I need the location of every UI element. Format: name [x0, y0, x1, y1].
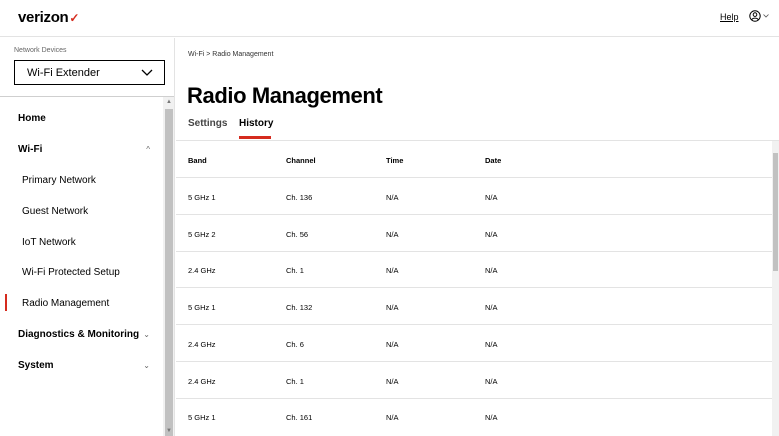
- cell-time: N/A: [386, 266, 399, 275]
- sidebar-item-label: Primary Network: [22, 175, 96, 186]
- chevron-down-icon: [763, 14, 769, 18]
- sidebar-item-diagnostics[interactable]: Diagnostics & Monitoring ⌄: [0, 329, 163, 340]
- sidebar-item-label: Home: [18, 113, 46, 124]
- table-row: 5 GHz 1 Ch. 132 N/A N/A: [176, 288, 772, 325]
- table-row: 5 GHz 2 Ch. 56 N/A N/A: [176, 215, 772, 252]
- cell-time: N/A: [386, 303, 399, 312]
- cell-time: N/A: [386, 413, 399, 422]
- cell-channel: Ch. 56: [286, 230, 309, 239]
- table-row: 5 GHz 1 Ch. 136 N/A N/A: [176, 178, 772, 215]
- sidebar: Network Devices Wi-Fi Extender Home Wi-F…: [0, 38, 175, 436]
- cell-date: N/A: [485, 413, 498, 422]
- table-row: 5 GHz 1 Ch. 161 N/A N/A: [176, 398, 772, 435]
- table-row: 2.4 GHz Ch. 6 N/A N/A: [176, 325, 772, 362]
- sidebar-item-label: System: [18, 360, 54, 371]
- sidebar-item-label: Guest Network: [22, 206, 89, 217]
- chevron-down-icon: [141, 69, 153, 76]
- sidebar-scrollbar-thumb[interactable]: [165, 109, 173, 436]
- table-header-row: Band Channel Time Date: [176, 141, 772, 178]
- cell-band: 2.4 GHz: [188, 340, 216, 349]
- verizon-logo[interactable]: verizon✓: [18, 9, 79, 26]
- sidebar-item-radio-management[interactable]: Radio Management: [0, 294, 163, 311]
- cell-date: N/A: [485, 303, 498, 312]
- sidebar-nav: Home Wi-Fi ^ Primary Network Guest Netwo…: [0, 97, 163, 436]
- sidebar-item-label: IoT Network: [22, 237, 76, 248]
- main-scrollbar-thumb[interactable]: [773, 153, 778, 271]
- sidebar-item-label: Diagnostics & Monitoring: [18, 329, 140, 340]
- device-select-value: Wi-Fi Extender: [27, 66, 100, 79]
- cell-date: N/A: [485, 193, 498, 202]
- sidebar-item-wps[interactable]: Wi-Fi Protected Setup: [0, 267, 163, 278]
- tab-history[interactable]: History: [239, 118, 273, 129]
- logo-text: verizon: [18, 9, 69, 26]
- sidebar-item-label: Wi-Fi: [18, 144, 43, 155]
- cell-channel: Ch. 136: [286, 193, 313, 202]
- cell-band: 5 GHz 1: [188, 303, 216, 312]
- cell-band: 5 GHz 2: [188, 230, 216, 239]
- sidebar-item-guest-network[interactable]: Guest Network: [0, 206, 163, 217]
- help-link[interactable]: Help: [720, 12, 739, 22]
- column-header-time: Time: [386, 156, 404, 165]
- chevron-down-icon: ⌄: [143, 330, 150, 339]
- cell-date: N/A: [485, 340, 498, 349]
- cell-channel: Ch. 6: [286, 340, 304, 349]
- cell-channel: Ch. 1: [286, 377, 304, 386]
- cell-date: N/A: [485, 266, 498, 275]
- cell-band: 5 GHz 1: [188, 193, 216, 202]
- cell-time: N/A: [386, 340, 399, 349]
- chevron-down-icon: ⌄: [143, 361, 150, 370]
- account-icon: [749, 10, 761, 22]
- sidebar-item-home[interactable]: Home: [0, 113, 163, 124]
- cell-time: N/A: [386, 230, 399, 239]
- top-header: verizon✓ Help: [0, 0, 779, 37]
- active-tab-indicator: [239, 136, 271, 139]
- account-menu-button[interactable]: [749, 10, 769, 22]
- cell-date: N/A: [485, 230, 498, 239]
- sidebar-item-wifi[interactable]: Wi-Fi ^: [0, 144, 163, 155]
- table-row: 2.4 GHz Ch. 1 N/A N/A: [176, 251, 772, 288]
- cell-date: N/A: [485, 377, 498, 386]
- sidebar-item-label: Wi-Fi Protected Setup: [22, 267, 120, 278]
- breadcrumb: Wi-Fi > Radio Management: [188, 51, 274, 58]
- network-devices-label: Network Devices: [14, 47, 67, 54]
- cell-time: N/A: [386, 377, 399, 386]
- scroll-down-arrow-icon[interactable]: ▼: [166, 428, 172, 434]
- cell-band: 2.4 GHz: [188, 266, 216, 275]
- sidebar-scrollbar[interactable]: ▲ ▼: [163, 97, 174, 436]
- scroll-up-arrow-icon[interactable]: ▲: [166, 99, 172, 105]
- logo-check-icon: ✓: [69, 11, 80, 25]
- column-header-date: Date: [485, 156, 502, 165]
- column-header-band: Band: [188, 156, 207, 165]
- chevron-up-icon: ^: [146, 145, 150, 154]
- cell-channel: Ch. 161: [286, 413, 313, 422]
- device-select[interactable]: Wi-Fi Extender: [14, 60, 165, 85]
- sidebar-item-iot-network[interactable]: IoT Network: [0, 237, 163, 248]
- cell-band: 2.4 GHz: [188, 377, 216, 386]
- column-header-channel: Channel: [286, 156, 316, 165]
- cell-channel: Ch. 132: [286, 303, 313, 312]
- cell-time: N/A: [386, 193, 399, 202]
- sidebar-item-system[interactable]: System ⌄: [0, 360, 163, 371]
- sidebar-item-label: Radio Management: [22, 298, 110, 309]
- cell-band: 5 GHz 1: [188, 413, 216, 422]
- cell-channel: Ch. 1: [286, 266, 304, 275]
- main-scrollbar[interactable]: [772, 141, 779, 436]
- sidebar-item-primary-network[interactable]: Primary Network: [0, 175, 163, 186]
- tab-settings[interactable]: Settings: [188, 118, 227, 129]
- page-title: Radio Management: [187, 83, 383, 108]
- table-row: 2.4 GHz Ch. 1 N/A N/A: [176, 362, 772, 399]
